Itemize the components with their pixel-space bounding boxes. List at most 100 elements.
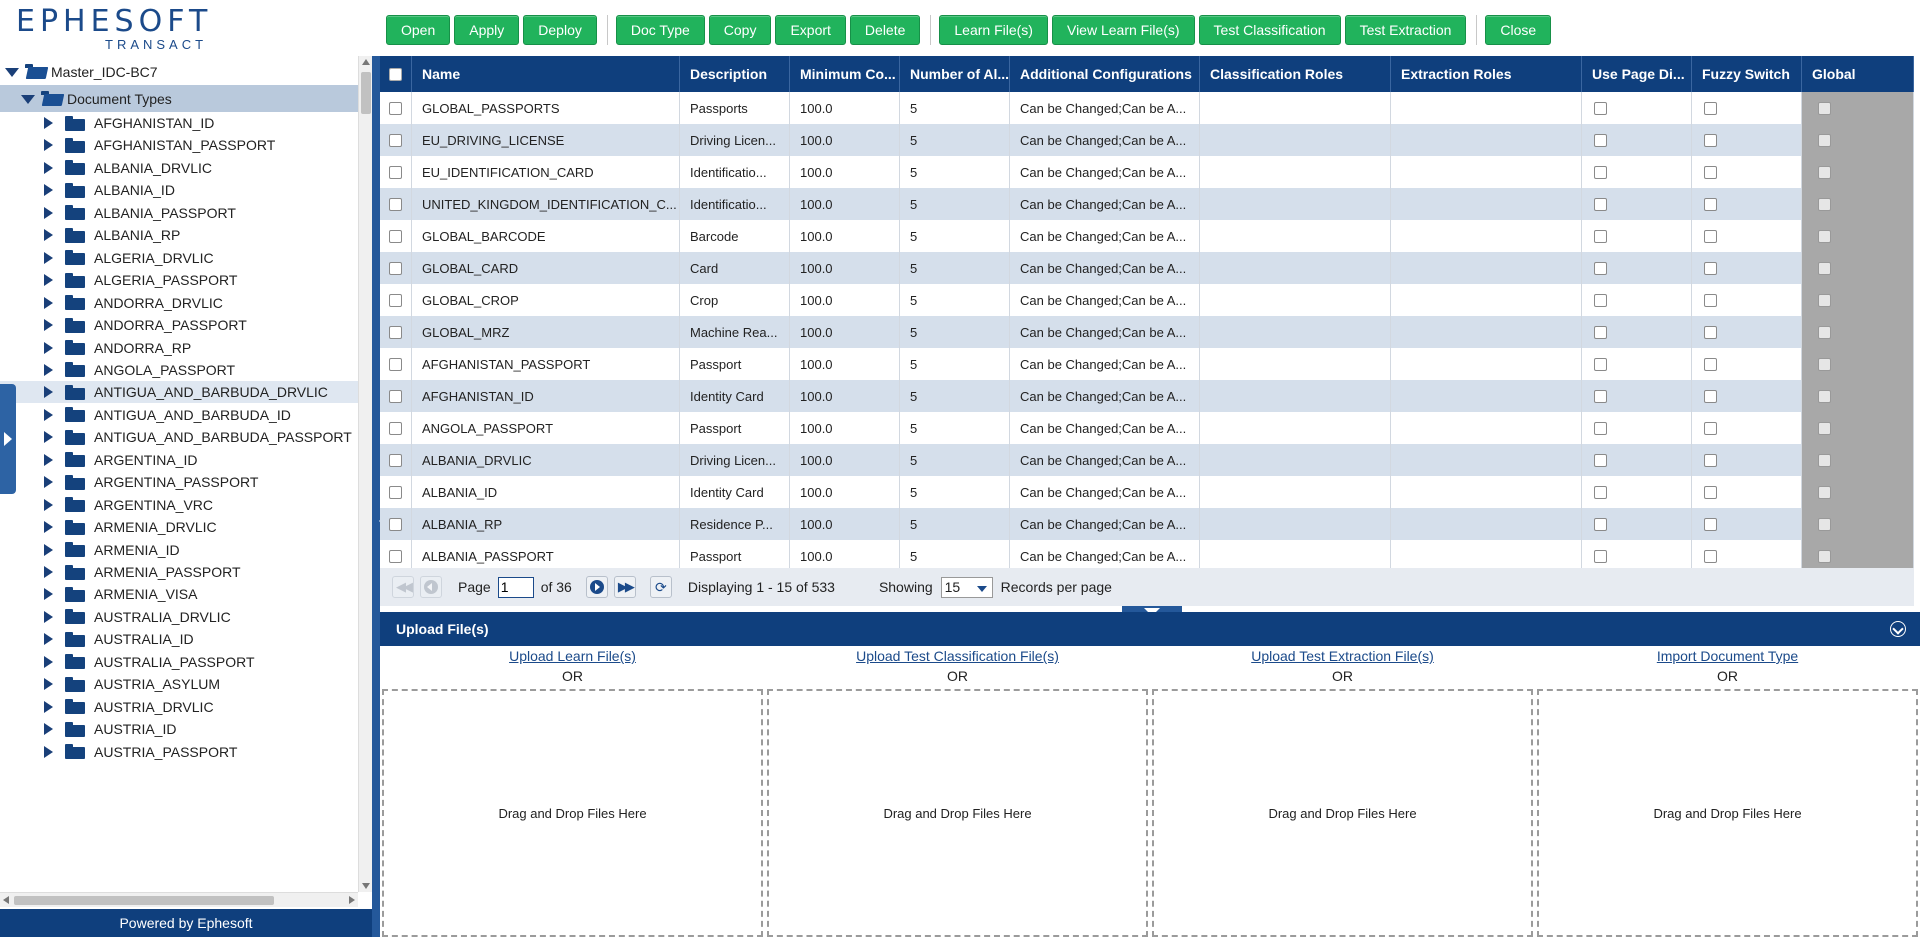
table-row[interactable]: EU_DRIVING_LICENSE Driving Licen... 100.0 5… bbox=[380, 124, 1914, 156]
row-select-checkbox[interactable] bbox=[389, 197, 402, 211]
classification-roles-cell[interactable] bbox=[1200, 188, 1391, 220]
classification-roles-cell[interactable] bbox=[1200, 252, 1391, 284]
row-select-checkbox[interactable] bbox=[389, 261, 402, 275]
tree-node-argentina-vrc[interactable]: ARGENTINA_VRC bbox=[0, 494, 358, 516]
apply-button[interactable]: Apply bbox=[454, 15, 520, 45]
column-header-name[interactable]: Name bbox=[412, 56, 680, 92]
classification-roles-cell[interactable] bbox=[1200, 220, 1391, 252]
learn-files-button[interactable]: Learn File(s) bbox=[939, 15, 1048, 45]
expand-arrow-icon[interactable] bbox=[41, 587, 55, 601]
expand-arrow-icon[interactable] bbox=[41, 385, 55, 399]
expand-arrow-icon[interactable] bbox=[41, 453, 55, 467]
fuzzy-switch-checkbox[interactable] bbox=[1704, 389, 1717, 403]
tree-node-armenia-passport[interactable]: ARMENIA_PASSPORT bbox=[0, 561, 358, 583]
select-all-checkbox[interactable] bbox=[389, 67, 402, 81]
expand-arrow-icon[interactable] bbox=[41, 273, 55, 287]
table-row[interactable]: ANGOLA_PASSPORT Passport 100.0 5 Can be Chan… bbox=[380, 412, 1914, 444]
expand-arrow-icon[interactable] bbox=[41, 655, 55, 669]
fuzzy-switch-checkbox[interactable] bbox=[1704, 133, 1717, 147]
tree-node-armenia-visa[interactable]: ARMENIA_VISA bbox=[0, 583, 358, 605]
extraction-roles-cell[interactable] bbox=[1391, 476, 1582, 508]
records-per-page-select[interactable]: 15 bbox=[940, 576, 993, 598]
column-header-minimum-co[interactable]: Minimum Co... bbox=[790, 56, 900, 92]
test-classification-upload-link[interactable]: Upload Test Classification File(s) bbox=[765, 646, 1150, 666]
tree-vertical-scrollbar[interactable] bbox=[358, 56, 372, 892]
next-page-button[interactable] bbox=[585, 576, 608, 598]
extraction-roles-cell[interactable] bbox=[1391, 124, 1582, 156]
fuzzy-switch-checkbox[interactable] bbox=[1704, 517, 1717, 531]
row-select-checkbox[interactable] bbox=[389, 229, 402, 243]
tree-node-armenia-drvlic[interactable]: ARMENIA_DRVLIC bbox=[0, 516, 358, 538]
column-header-use-page-di[interactable]: Use Page Di... bbox=[1582, 56, 1692, 92]
fuzzy-switch-checkbox[interactable] bbox=[1704, 293, 1717, 307]
row-select-checkbox[interactable] bbox=[389, 549, 402, 563]
delete-button[interactable]: Delete bbox=[849, 15, 921, 45]
tree-node-austria-drvlic[interactable]: AUSTRIA_DRVLIC bbox=[0, 696, 358, 718]
test-extraction-drop-zone[interactable]: Drag and Drop Files Here bbox=[1152, 689, 1533, 937]
close-button[interactable]: Close bbox=[1485, 15, 1552, 45]
extraction-roles-cell[interactable] bbox=[1391, 220, 1582, 252]
column-header-classification-roles[interactable]: Classification Roles bbox=[1200, 56, 1391, 92]
classification-roles-cell[interactable] bbox=[1200, 476, 1391, 508]
tree-node-angola-passport[interactable]: ANGOLA_PASSPORT bbox=[0, 359, 358, 381]
table-row[interactable]: GLOBAL_CARD Card 100.0 5 Can be Changed;Can … bbox=[380, 252, 1914, 284]
export-button[interactable]: Export bbox=[775, 15, 846, 45]
fuzzy-switch-checkbox[interactable] bbox=[1704, 485, 1717, 499]
extraction-roles-cell[interactable] bbox=[1391, 188, 1582, 220]
expand-arrow-icon[interactable] bbox=[41, 116, 55, 130]
tree-node-austria-id[interactable]: AUSTRIA_ID bbox=[0, 718, 358, 740]
table-row[interactable]: ALBANIA_ID Identity Card 100.0 5 Can be Chan… bbox=[380, 476, 1914, 508]
fuzzy-switch-checkbox[interactable] bbox=[1704, 421, 1717, 435]
tree-node-antigua-and-barbuda-id[interactable]: ANTIGUA_AND_BARBUDA_ID bbox=[0, 404, 358, 426]
row-select-checkbox[interactable] bbox=[389, 133, 402, 147]
test-extraction-upload-link[interactable]: Upload Test Extraction File(s) bbox=[1150, 646, 1535, 666]
classification-roles-cell[interactable] bbox=[1200, 284, 1391, 316]
table-row[interactable]: EU_IDENTIFICATION_CARD Identificatio... 10… bbox=[380, 156, 1914, 188]
copy-button[interactable]: Copy bbox=[708, 15, 772, 45]
fuzzy-switch-checkbox[interactable] bbox=[1704, 229, 1717, 243]
fuzzy-switch-checkbox[interactable] bbox=[1704, 357, 1717, 371]
collapse-panel-icon[interactable] bbox=[1890, 621, 1906, 637]
classification-roles-cell[interactable] bbox=[1200, 348, 1391, 380]
classification-roles-cell[interactable] bbox=[1200, 444, 1391, 476]
expand-arrow-icon[interactable] bbox=[41, 520, 55, 534]
prev-page-button[interactable] bbox=[420, 576, 442, 598]
extraction-roles-cell[interactable] bbox=[1391, 284, 1582, 316]
extraction-roles-cell[interactable] bbox=[1391, 412, 1582, 444]
row-select-checkbox[interactable] bbox=[389, 293, 402, 307]
classification-roles-cell[interactable] bbox=[1200, 92, 1391, 124]
tree-node-armenia-id[interactable]: ARMENIA_ID bbox=[0, 539, 358, 561]
use-page-di-checkbox[interactable] bbox=[1594, 549, 1607, 563]
expand-arrow-icon[interactable] bbox=[41, 408, 55, 422]
test-classification-drop-zone[interactable]: Drag and Drop Files Here bbox=[767, 689, 1148, 937]
doc-type-button[interactable]: Doc Type bbox=[615, 15, 705, 45]
refresh-button[interactable]: ⟳ bbox=[649, 576, 672, 598]
table-row[interactable]: ALBANIA_DRVLIC Driving Licen... 100.0 5 Can … bbox=[380, 444, 1914, 476]
row-select-checkbox[interactable] bbox=[389, 389, 402, 403]
view-learn-files-button[interactable]: View Learn File(s) bbox=[1051, 15, 1195, 45]
extraction-roles-cell[interactable] bbox=[1391, 156, 1582, 188]
table-row[interactable]: ALBANIA_RP Residence P... 100.0 5 Can be Cha… bbox=[380, 508, 1914, 540]
tree-node-australia-id[interactable]: AUSTRALIA_ID bbox=[0, 628, 358, 650]
tree-node-afghanistan-id[interactable]: AFGHANISTAN_ID bbox=[0, 112, 358, 134]
column-header-description[interactable]: Description bbox=[680, 56, 790, 92]
expand-arrow-icon[interactable] bbox=[41, 363, 55, 377]
expand-arrow-icon[interactable] bbox=[41, 318, 55, 332]
expand-arrow-icon[interactable] bbox=[41, 722, 55, 736]
tree-node-algeria-passport[interactable]: ALGERIA_PASSPORT bbox=[0, 269, 358, 291]
classification-roles-cell[interactable] bbox=[1200, 412, 1391, 444]
tree-node-australia-drvlic[interactable]: AUSTRALIA_DRVLIC bbox=[0, 606, 358, 628]
row-select-checkbox[interactable] bbox=[389, 165, 402, 179]
expand-left-panel-tab[interactable] bbox=[0, 384, 16, 494]
row-select-checkbox[interactable] bbox=[389, 517, 402, 531]
fuzzy-switch-checkbox[interactable] bbox=[1704, 101, 1717, 115]
import-document-type-upload-link[interactable]: Import Document Type bbox=[1535, 646, 1920, 666]
expand-arrow-icon[interactable] bbox=[41, 610, 55, 624]
tree-node-andorra-drvlic[interactable]: ANDORRA_DRVLIC bbox=[0, 292, 358, 314]
use-page-di-checkbox[interactable] bbox=[1594, 261, 1607, 275]
tree-node-afghanistan-passport[interactable]: AFGHANISTAN_PASSPORT bbox=[0, 134, 358, 156]
expand-arrow-icon[interactable] bbox=[41, 206, 55, 220]
test-extraction-button[interactable]: Test Extraction bbox=[1344, 15, 1467, 45]
column-header-additional-configurations[interactable]: Additional Configurations bbox=[1010, 56, 1200, 92]
expand-arrow-icon[interactable] bbox=[41, 475, 55, 489]
